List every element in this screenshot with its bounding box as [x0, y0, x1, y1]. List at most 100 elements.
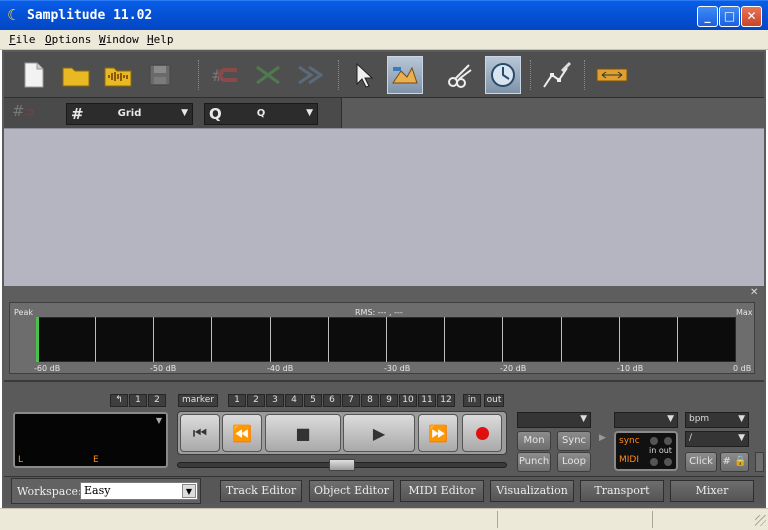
- workspace-select[interactable]: Easy ▼: [80, 482, 198, 500]
- draw-curve-tool-icon[interactable]: [539, 56, 575, 94]
- click-button[interactable]: Click: [685, 452, 717, 472]
- chevron-down-icon: ▼: [182, 484, 196, 498]
- meter-scale-label: -40 dB: [267, 364, 294, 373]
- sync-midi-indicator[interactable]: sync MIDI in out: [614, 431, 678, 471]
- arrangement-area[interactable]: [4, 128, 764, 286]
- marker-button[interactable]: 7: [342, 394, 360, 407]
- volume-curve-tool-icon[interactable]: [387, 56, 423, 94]
- marker-button[interactable]: 1: [228, 394, 246, 407]
- marker-button[interactable]: 10: [399, 394, 417, 407]
- midi-editor-button[interactable]: MIDI Editor: [400, 480, 484, 502]
- marker-button[interactable]: 8: [361, 394, 379, 407]
- meter-gridline: [619, 317, 620, 362]
- in-point-button[interactable]: in: [463, 394, 481, 407]
- meter-gridline: [386, 317, 387, 362]
- position-display[interactable]: ▼ L E: [13, 412, 168, 468]
- time-signature-value: /: [689, 433, 693, 443]
- minimize-button[interactable]: _: [697, 6, 718, 27]
- marker-button[interactable]: 11: [418, 394, 436, 407]
- marker-button[interactable]: 2: [247, 394, 265, 407]
- expand-arrow-icon[interactable]: ▶: [599, 433, 606, 443]
- menu-window[interactable]: Window: [99, 33, 139, 46]
- monitor-button[interactable]: Mon: [517, 431, 551, 451]
- meter-gridline: [95, 317, 96, 362]
- snap-lock-button[interactable]: # 🔒: [720, 452, 749, 472]
- maximize-button[interactable]: □: [719, 6, 740, 27]
- sync-in-led: [650, 458, 658, 466]
- new-file-icon[interactable]: [16, 56, 52, 94]
- chevron-down-icon: ▼: [580, 414, 587, 424]
- merge-icon[interactable]: [292, 56, 328, 94]
- track-editor-button[interactable]: Track Editor: [220, 480, 302, 502]
- range-tool-icon[interactable]: [594, 56, 630, 94]
- bpm-dropdown[interactable]: bpm ▼: [685, 412, 749, 428]
- menu-options[interactable]: Options: [45, 33, 91, 46]
- play-button[interactable]: ▶: [343, 414, 415, 452]
- midi-out-led: [664, 437, 672, 445]
- meter-scale-label: -20 dB: [500, 364, 527, 373]
- grid-dropdown[interactable]: # Grid ▼: [66, 103, 193, 125]
- pointer-tool-icon[interactable]: [345, 56, 381, 94]
- object-editor-button[interactable]: Object Editor: [309, 480, 394, 502]
- status-divider: [652, 511, 653, 528]
- close-button[interactable]: ✕: [741, 6, 762, 27]
- open-folder-icon[interactable]: [58, 56, 94, 94]
- snap-magnet-icon[interactable]: #⊃: [12, 102, 42, 124]
- save-icon[interactable]: [142, 56, 178, 94]
- marker-set-2-button[interactable]: 2: [148, 394, 166, 407]
- time-signature-dropdown[interactable]: / ▼: [685, 431, 749, 447]
- meter-signal-level: [36, 317, 39, 362]
- stop-button[interactable]: ■: [265, 414, 341, 452]
- sync-source-dropdown[interactable]: ▼: [517, 412, 591, 428]
- meter-close-icon[interactable]: ✕: [750, 287, 758, 298]
- transport-edge-button[interactable]: [755, 452, 764, 472]
- open-audio-icon[interactable]: [100, 56, 136, 94]
- crossfade-icon[interactable]: [250, 56, 286, 94]
- cut-tool-icon[interactable]: [443, 56, 479, 94]
- rms-label: RMS: --- , ---: [355, 308, 403, 317]
- menu-bar: File Options Window Help: [0, 30, 768, 50]
- time-stretch-tool-icon[interactable]: [485, 56, 521, 94]
- marker-button[interactable]: 6: [323, 394, 341, 407]
- marker-button[interactable]: 5: [304, 394, 322, 407]
- punch-button[interactable]: Punch: [517, 452, 551, 472]
- meter-gridline: [153, 317, 154, 362]
- max-label: Max: [736, 308, 753, 317]
- mixer-button[interactable]: Mixer: [670, 480, 754, 502]
- out-point-button[interactable]: out: [484, 394, 504, 407]
- record-icon: [475, 426, 489, 440]
- marker-back-button[interactable]: ↰: [110, 394, 128, 407]
- meter-gridline: [561, 317, 562, 362]
- menu-file[interactable]: File: [9, 33, 36, 46]
- meter-gridline: [211, 317, 212, 362]
- chevron-down-icon: ▼: [667, 414, 674, 424]
- loop-button[interactable]: Loop: [557, 452, 591, 472]
- chevron-down-icon: ▼: [155, 416, 162, 425]
- marker-set-1-button[interactable]: 1: [129, 394, 147, 407]
- menu-help[interactable]: Help: [147, 33, 174, 46]
- marker-label: marker: [178, 394, 218, 407]
- marker-button[interactable]: 9: [380, 394, 398, 407]
- meter-gridline: [328, 317, 329, 362]
- quantize-value: Q: [256, 108, 266, 119]
- marker-button[interactable]: 3: [266, 394, 284, 407]
- workspace-label: Workspace:: [17, 485, 82, 498]
- toolbar-separator: [584, 60, 586, 90]
- go-to-start-button[interactable]: ⏮: [180, 414, 220, 452]
- chevron-down-icon: ▼: [738, 414, 745, 424]
- marker-button[interactable]: 4: [285, 394, 303, 407]
- transport-button[interactable]: Transport: [580, 480, 664, 502]
- rewind-button[interactable]: ⏪: [222, 414, 262, 452]
- resize-grip-icon[interactable]: [755, 515, 766, 526]
- meter-scale-label: -10 dB: [617, 364, 644, 373]
- sync-button[interactable]: Sync: [557, 431, 591, 451]
- marker-button[interactable]: 12: [437, 394, 455, 407]
- fast-forward-button[interactable]: ⏩: [418, 414, 458, 452]
- magnet-icon[interactable]: #: [208, 56, 244, 94]
- visualization-button[interactable]: Visualization: [490, 480, 574, 502]
- tempo-source-dropdown[interactable]: ▼: [614, 412, 678, 428]
- scrub-slider-handle[interactable]: [329, 459, 355, 471]
- record-button[interactable]: [462, 414, 502, 452]
- workspace-value: Easy: [84, 484, 111, 497]
- quantize-dropdown[interactable]: Q Q ▼: [204, 103, 318, 125]
